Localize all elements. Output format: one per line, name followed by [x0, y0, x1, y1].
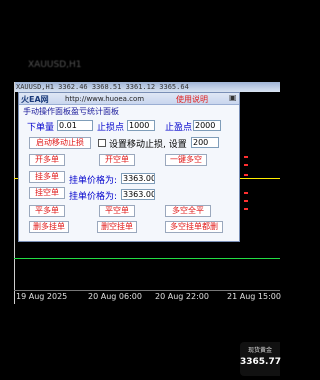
- faded-symbol-label: XAUUSD,H1: [28, 60, 82, 70]
- ea-control-panel: 火EA网 http://www.huoea.com 使用说明 ▣ 手动操作面板盈…: [18, 92, 240, 242]
- price-tick-mark: [244, 174, 248, 176]
- take-profit-input[interactable]: [193, 120, 221, 131]
- trailing-stop-button[interactable]: 启动移动止损: [29, 137, 91, 149]
- pending-price-label: 挂单价格为:: [69, 176, 118, 186]
- trailing-stop-checkbox[interactable]: [98, 139, 106, 147]
- price-tick-mark: [244, 208, 248, 210]
- close-buy-button[interactable]: 平多单: [29, 205, 65, 217]
- delete-buy-pending-button[interactable]: 删多挂单: [29, 221, 69, 233]
- sell-limit-button[interactable]: 挂空单: [29, 187, 65, 199]
- price-tick-mark: [244, 192, 248, 194]
- price-badge: 现货黄金 3365.77: [240, 342, 281, 376]
- buy-limit-button[interactable]: 挂多单: [29, 171, 65, 183]
- sell-pending-price-input[interactable]: [121, 189, 155, 200]
- trailing-distance-input[interactable]: [191, 137, 219, 148]
- x-axis: [14, 290, 280, 291]
- take-profit-label: 止盈点: [165, 123, 193, 133]
- close-sell-button[interactable]: 平空单: [99, 205, 135, 217]
- price-tick-mark: [244, 200, 248, 202]
- x-axis-label: 20 Aug 22:00: [155, 292, 209, 301]
- pending-price-label: 挂单价格为:: [69, 192, 118, 202]
- delete-all-pending-button[interactable]: 多空挂单都删: [165, 221, 223, 233]
- stop-loss-label: 止损点: [97, 123, 125, 133]
- minimize-icon[interactable]: ▣: [229, 93, 237, 102]
- stop-loss-input[interactable]: [127, 120, 155, 131]
- price-tick-mark: [244, 164, 248, 166]
- open-sell-button[interactable]: 开空单: [99, 154, 135, 166]
- panel-tabs[interactable]: 手动操作面板盈亏统计面板: [23, 106, 119, 117]
- x-axis-label: 21 Aug 15:00: [227, 292, 281, 301]
- open-buy-button[interactable]: 开多单: [29, 154, 65, 166]
- delete-sell-pending-button[interactable]: 删空挂单: [97, 221, 137, 233]
- one-click-long-short-button[interactable]: 一键多空: [165, 154, 207, 166]
- price-badge-value: 3365.77: [240, 357, 281, 367]
- chart-left-border: [14, 82, 15, 304]
- website-link[interactable]: http://www.huoea.com: [65, 95, 144, 103]
- chart-symbol-bar: XAUUSD,H1 3362.46 3368.51 3361.12 3365.6…: [14, 82, 280, 92]
- panel-title-bar: 火EA网 http://www.huoea.com 使用说明 ▣: [19, 93, 239, 105]
- trailing-stop-label: 设置移动止损, 设置: [109, 140, 187, 150]
- order-level-line: [14, 258, 280, 259]
- brand-logo: 火EA网: [21, 95, 49, 104]
- close-all-positions-button[interactable]: 多空全平: [165, 205, 211, 217]
- lots-input[interactable]: [57, 120, 93, 131]
- x-axis-label: 20 Aug 06:00: [88, 292, 142, 301]
- lots-label: 下单量: [27, 123, 55, 133]
- buy-pending-price-input[interactable]: [121, 173, 155, 184]
- price-badge-title: 现货黄金: [247, 347, 272, 354]
- help-link[interactable]: 使用说明: [176, 94, 208, 105]
- price-tick-mark: [244, 156, 248, 158]
- x-axis-label: 19 Aug 2025: [16, 292, 68, 301]
